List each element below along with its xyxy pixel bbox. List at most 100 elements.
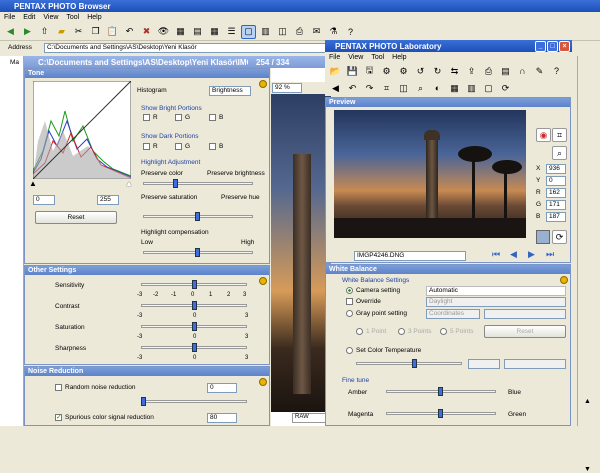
color-picker-icon[interactable]: ◉ bbox=[536, 128, 551, 142]
compare-icon[interactable]: ◫ bbox=[275, 25, 290, 39]
zoom-icon[interactable]: ⌕ bbox=[413, 81, 428, 95]
back-icon[interactable]: ◀ bbox=[3, 25, 18, 39]
zoom-select[interactable]: 92 % bbox=[272, 83, 302, 93]
menu-view[interactable]: View bbox=[43, 14, 58, 21]
help-icon[interactable]: ? bbox=[343, 25, 358, 39]
undo-icon[interactable]: ↶ bbox=[345, 81, 360, 95]
lab-menu-file[interactable]: File bbox=[329, 54, 340, 61]
menu-edit[interactable]: Edit bbox=[23, 14, 35, 21]
rotate-left-icon[interactable]: ↺ bbox=[413, 64, 428, 78]
color-temp-thumb[interactable] bbox=[412, 359, 417, 368]
cut-icon[interactable]: ✂ bbox=[71, 25, 86, 39]
last-icon[interactable]: ⏭ bbox=[546, 249, 554, 260]
magnet-icon[interactable]: ∩ bbox=[515, 64, 530, 78]
refresh-icon[interactable]: ⟳ bbox=[498, 81, 513, 95]
dark-b-checkbox[interactable] bbox=[209, 143, 216, 150]
menu-help[interactable]: Help bbox=[87, 14, 101, 21]
camera-setting-radio[interactable] bbox=[346, 287, 353, 294]
copy-icon[interactable]: ❐ bbox=[88, 25, 103, 39]
first-icon[interactable]: ⏮ bbox=[492, 249, 500, 260]
input-high[interactable]: 255 bbox=[97, 195, 119, 205]
tone-reset-button[interactable]: Reset bbox=[35, 211, 117, 224]
prev-icon[interactable]: ◀ bbox=[510, 249, 517, 260]
lock-icon[interactable] bbox=[560, 276, 568, 284]
histogram[interactable] bbox=[33, 81, 131, 179]
saturation-thumb[interactable] bbox=[192, 322, 197, 331]
menu-tool[interactable]: Tool bbox=[66, 14, 79, 21]
sharpness-thumb[interactable] bbox=[192, 343, 197, 352]
crop-icon[interactable]: ⌗ bbox=[379, 81, 394, 95]
rotate-right-icon[interactable]: ↻ bbox=[430, 64, 445, 78]
batch-icon[interactable]: ⚙ bbox=[379, 64, 394, 78]
one-point-radio[interactable] bbox=[356, 328, 363, 335]
window-icon[interactable]: ◫ bbox=[396, 81, 411, 95]
help-icon[interactable]: ? bbox=[549, 64, 564, 78]
five-points-radio[interactable] bbox=[440, 328, 447, 335]
forward-icon[interactable]: ▶ bbox=[20, 25, 35, 39]
panel-icon[interactable]: ▢ bbox=[481, 81, 496, 95]
spurious-color-checkbox[interactable]: ✓ bbox=[55, 414, 62, 421]
lock-icon[interactable] bbox=[259, 277, 267, 285]
dark-g-checkbox[interactable] bbox=[175, 143, 182, 150]
save-as-icon[interactable]: 🖫 bbox=[362, 64, 377, 78]
close-icon[interactable]: × bbox=[559, 40, 570, 52]
print-icon[interactable]: ⎙ bbox=[481, 64, 496, 78]
tools-icon[interactable]: ✎ bbox=[532, 64, 547, 78]
random-noise-thumb[interactable] bbox=[141, 397, 146, 406]
minimize-icon[interactable]: _ bbox=[535, 40, 546, 52]
back-icon[interactable]: ◀ bbox=[328, 81, 343, 95]
filename-select[interactable]: IMGP4246.DNG bbox=[354, 251, 466, 261]
delete-icon[interactable]: ✖ bbox=[139, 25, 154, 39]
up-folder-icon[interactable]: ⇧ bbox=[37, 25, 52, 39]
maximize-icon[interactable]: □ bbox=[547, 40, 558, 52]
random-noise-slider[interactable] bbox=[141, 400, 247, 403]
export-icon[interactable]: ⇪ bbox=[464, 64, 479, 78]
list-icon[interactable]: ☰ bbox=[224, 25, 239, 39]
preserve-color-slider[interactable] bbox=[143, 182, 253, 185]
pane-icon[interactable]: ▥ bbox=[464, 81, 479, 95]
override-select[interactable]: Daylight bbox=[426, 297, 566, 307]
grid-icon[interactable]: ▦ bbox=[207, 25, 222, 39]
random-noise-checkbox[interactable] bbox=[55, 384, 62, 391]
lab-menu-tool[interactable]: Tool bbox=[371, 54, 384, 61]
magenta-green-thumb[interactable] bbox=[438, 409, 443, 418]
compensation-thumb[interactable] bbox=[195, 248, 200, 257]
histogram-mode-select[interactable]: Brightness bbox=[209, 86, 251, 96]
gray-point-radio[interactable] bbox=[346, 310, 353, 317]
open-icon[interactable]: 📂 bbox=[328, 64, 343, 78]
undo-icon[interactable]: ↶ bbox=[122, 25, 137, 39]
scroll-up-icon[interactable]: ▲ bbox=[584, 398, 591, 405]
layout-icon[interactable]: ▦ bbox=[447, 81, 462, 95]
menu-file[interactable]: File bbox=[4, 14, 15, 21]
lock-icon[interactable] bbox=[259, 80, 267, 88]
amber-blue-thumb[interactable] bbox=[438, 387, 443, 396]
input-low[interactable]: 0 bbox=[33, 195, 55, 205]
browser-scrollbar[interactable]: ▲ ▼ bbox=[577, 56, 600, 473]
view-mode-icon[interactable]: ▦ bbox=[173, 25, 188, 39]
folder-tree[interactable]: Ma bbox=[0, 56, 24, 426]
folder-icon[interactable]: ▰ bbox=[54, 25, 69, 39]
next-icon[interactable]: ▶ bbox=[528, 249, 535, 260]
lock-icon[interactable] bbox=[259, 378, 267, 386]
single-view-icon[interactable]: ▢ bbox=[241, 24, 256, 39]
gray-point-select[interactable]: Coordinates bbox=[426, 309, 480, 319]
refresh-icon[interactable]: ⟳ bbox=[552, 230, 567, 244]
black-point-handle[interactable]: ▲ bbox=[29, 179, 37, 188]
eye-icon[interactable]: 👁 bbox=[156, 25, 171, 39]
details-icon[interactable]: ▥ bbox=[258, 25, 273, 39]
thumbnails-icon[interactable]: ▤ bbox=[190, 25, 205, 39]
override-checkbox[interactable] bbox=[346, 298, 353, 305]
address-input[interactable]: C:\Documents and Settings\AS\Desktop\Yen… bbox=[44, 43, 326, 53]
color-temp-slider[interactable] bbox=[356, 362, 462, 365]
spurious-color-input[interactable]: 80 bbox=[207, 413, 237, 423]
bright-g-checkbox[interactable] bbox=[175, 114, 182, 121]
bright-b-checkbox[interactable] bbox=[209, 114, 216, 121]
sensitivity-thumb[interactable] bbox=[192, 280, 197, 289]
dark-r-checkbox[interactable] bbox=[143, 143, 150, 150]
lab-icon[interactable]: ⚗ bbox=[326, 25, 341, 39]
wb-reset-button[interactable]: Reset bbox=[484, 325, 566, 338]
preview-image[interactable] bbox=[334, 110, 526, 238]
bright-r-checkbox[interactable] bbox=[143, 114, 150, 121]
zoom-tool-icon[interactable]: ⌕ bbox=[552, 146, 567, 160]
scroll-down-icon[interactable]: ▼ bbox=[584, 466, 591, 473]
